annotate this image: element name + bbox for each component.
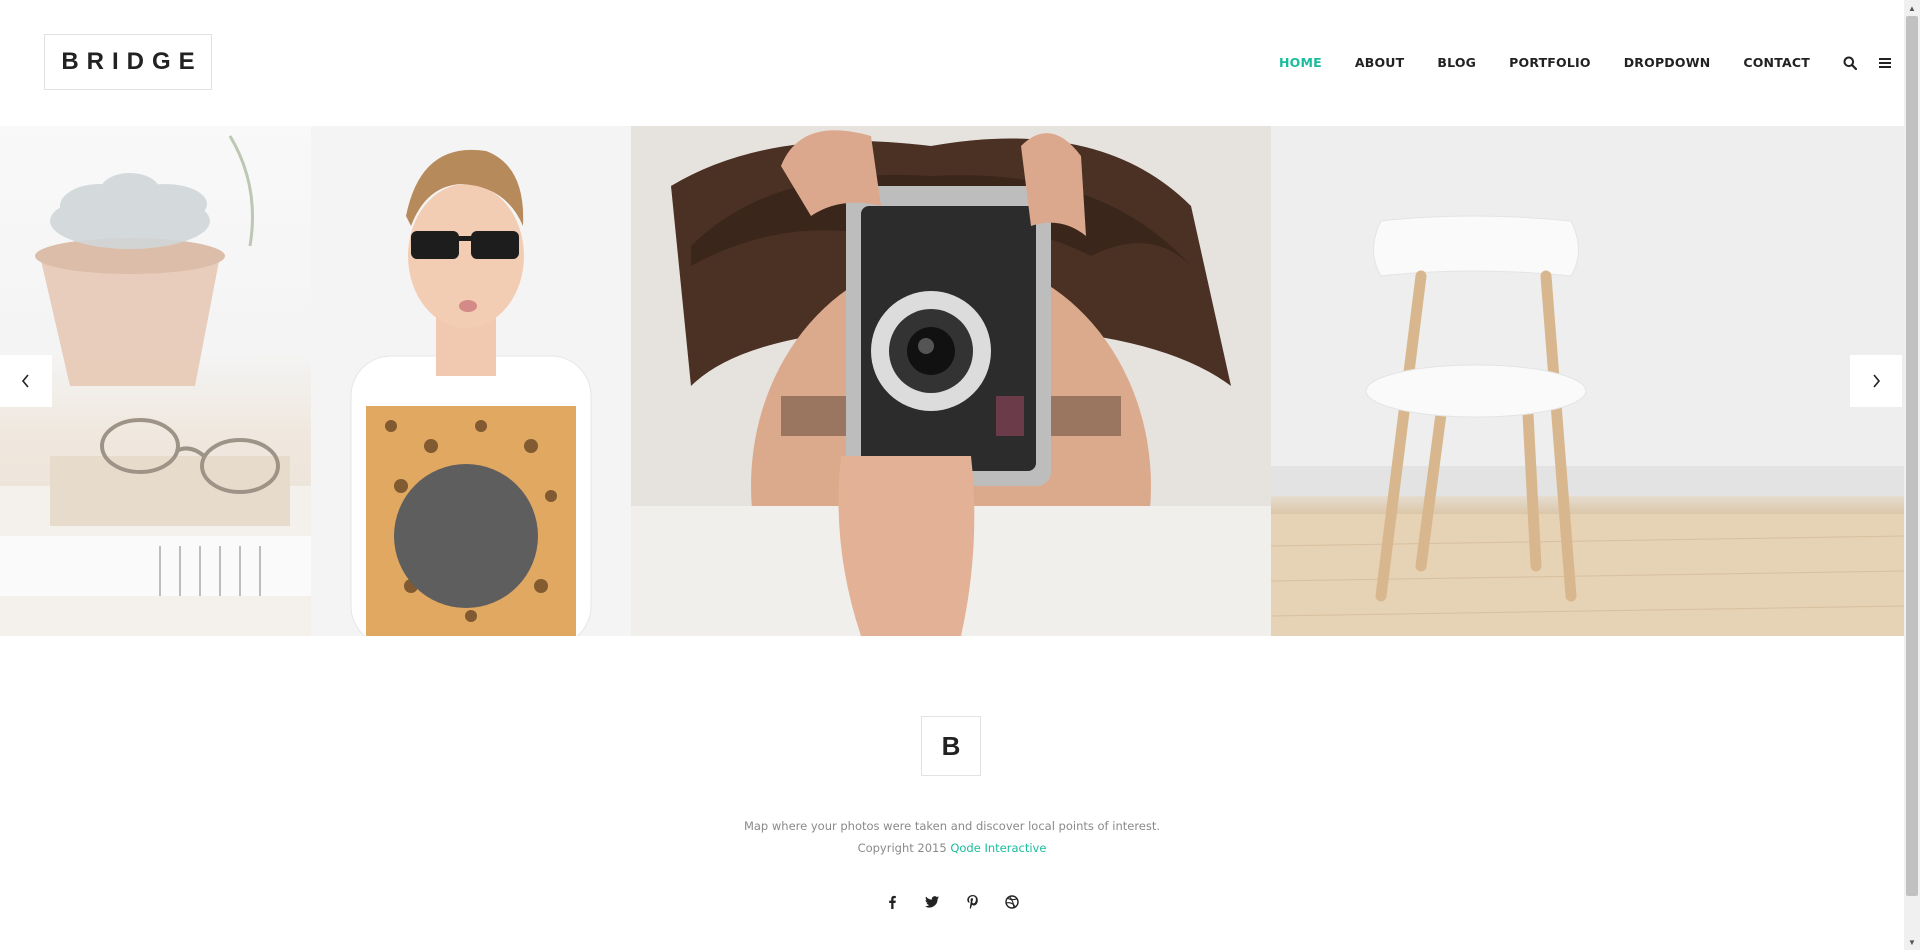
nav-item-about[interactable]: ABOUT [1355,55,1405,70]
copyright-link[interactable]: Qode Interactive [950,841,1046,855]
nav-item-dropdown[interactable]: DROPDOWN [1624,55,1711,70]
site-header: BRIDGE HOME ABOUT BLOG PORTFOLIO DROPDOW… [0,0,1904,126]
twitter-icon[interactable] [912,892,952,912]
footer-copyright: Copyright 2015 Qode Interactive [0,841,1904,855]
facebook-icon[interactable] [872,892,912,912]
footer-logo-text: B [941,730,961,761]
nav-item-blog[interactable]: BLOG [1437,55,1476,70]
search-icon[interactable] [1843,56,1858,70]
site-logo[interactable]: BRIDGE [44,34,212,90]
slider-next-button[interactable] [1850,355,1902,407]
scroll-down-arrow-icon[interactable]: ▼ [1904,934,1920,950]
slide-image-fashion-man[interactable] [311,126,631,636]
slide-image-photographer[interactable] [631,126,1271,636]
dribbble-icon[interactable] [992,892,1032,912]
menu-icon[interactable] [1878,56,1892,70]
slider-prev-button[interactable] [0,355,52,407]
footer-logo[interactable]: B [921,716,981,776]
page-scrollbar[interactable]: ▲ ▼ [1904,0,1920,950]
pinterest-icon[interactable] [952,892,992,912]
scroll-thumb[interactable] [1906,16,1918,896]
chevron-right-icon [1873,374,1881,388]
chevron-left-icon [21,374,29,388]
nav-item-portfolio[interactable]: PORTFOLIO [1509,55,1591,70]
scroll-up-arrow-icon[interactable]: ▲ [1904,0,1920,16]
footer-tagline: Map where your photos were taken and dis… [743,819,1161,833]
social-links [872,892,1032,912]
copyright-text: Copyright 2015 [857,841,947,855]
nav-item-home[interactable]: HOME [1279,55,1322,70]
slide-image-chair[interactable] [1271,126,1904,636]
main-nav: HOME ABOUT BLOG PORTFOLIO DROPDOWN CONTA… [1279,55,1913,70]
image-slider[interactable] [0,126,1904,636]
nav-item-contact[interactable]: CONTACT [1743,55,1810,70]
logo-text: BRIDGE [61,48,203,75]
